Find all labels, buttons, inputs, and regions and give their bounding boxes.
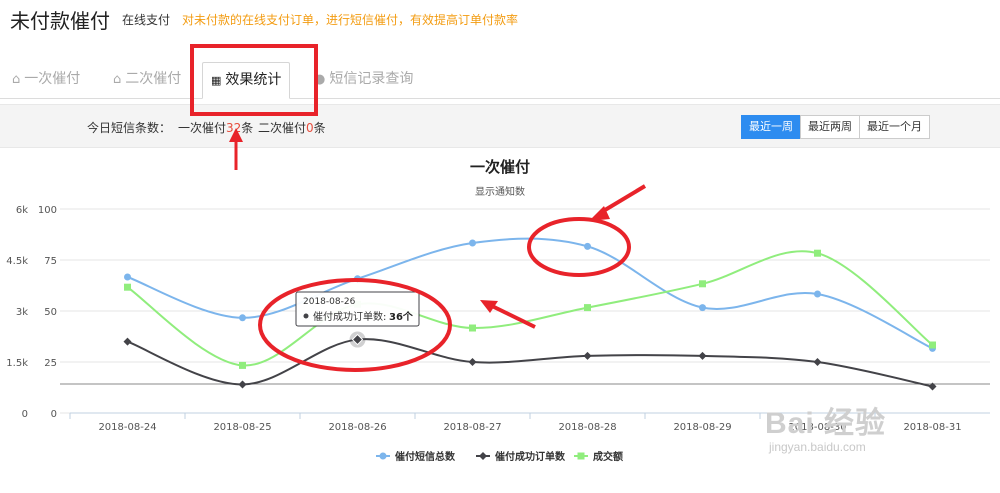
table-icon: ▦	[211, 74, 222, 87]
left-axis-tick: 6k	[16, 205, 28, 216]
x-axis-label: 2018-08-24	[98, 422, 156, 433]
data-point	[584, 304, 591, 312]
chart-title: 一次催付	[470, 158, 530, 176]
series-line	[127, 237, 933, 350]
range-last-month-button[interactable]: 最近一个月	[859, 115, 930, 139]
right-axis-tick: 50	[44, 307, 57, 318]
data-point	[584, 242, 591, 250]
data-point	[469, 239, 476, 247]
x-axis-label: 2018-08-26	[328, 422, 386, 433]
series-line	[127, 338, 933, 388]
tab-sms-records[interactable]: ● 短信记录查询	[306, 62, 421, 97]
first-count-value: 32	[226, 121, 242, 135]
data-point	[238, 380, 247, 389]
watermark-brand: Bai 经验	[765, 407, 887, 440]
data-point	[239, 361, 246, 369]
watermark-url: jingyan.baidu.com	[769, 440, 866, 454]
right-axis-tick: 100	[38, 205, 57, 216]
tab-label: 二次催付	[125, 71, 182, 87]
data-point	[814, 249, 821, 257]
left-axis-tick: 4.5k	[6, 256, 28, 267]
data-point	[239, 314, 246, 322]
tab-label: 效果统计	[225, 72, 282, 88]
circle-icon: ●	[314, 72, 326, 87]
tooltip-marker	[303, 313, 309, 319]
legend-label: 成交额	[593, 450, 623, 463]
date-range-group: 最近一周 最近两周 最近一个月	[741, 115, 930, 139]
data-point	[583, 351, 592, 360]
data-point	[698, 351, 707, 360]
range-last-week-button[interactable]: 最近一周	[741, 115, 801, 139]
page-description: 对未付款的在线支付订单，进行短信催付，有效提高订单付款率	[182, 13, 519, 27]
data-point	[123, 337, 132, 346]
data-point	[354, 275, 361, 283]
baidu-watermark: Bai 经验 jingyan.baidu.com	[765, 398, 887, 454]
tab-label: 一次催付	[24, 71, 81, 87]
today-sms-label: 今日短信条数：	[87, 121, 172, 135]
x-axis-label: 2018-08-27	[443, 422, 501, 433]
tab-effect-stats[interactable]: ▦ 效果统计	[202, 62, 291, 99]
legend-label: 催付成功订单数	[495, 450, 566, 463]
left-axis-tick: 0	[22, 409, 28, 420]
x-axis-label: 2018-08-28	[558, 422, 616, 433]
second-count-value: 0	[306, 121, 314, 135]
legend-label: 催付短信总数	[395, 450, 456, 463]
x-axis-label: 2018-08-25	[213, 422, 271, 433]
tab-second-reminder[interactable]: ⌂ 二次催付	[105, 62, 189, 97]
left-axis-tick: 3k	[16, 307, 28, 318]
x-axis-label: 2018-08-29	[673, 422, 731, 433]
legend-marker	[479, 452, 487, 460]
tooltip-label: 催付成功订单数:	[313, 310, 386, 323]
legend-marker	[379, 452, 387, 460]
home-icon: ⌂	[12, 72, 21, 87]
page-title: 未付款催付	[10, 9, 110, 33]
data-point	[813, 358, 822, 366]
x-axis-label: 2018-08-31	[903, 422, 961, 433]
legend-marker	[577, 452, 585, 460]
home-icon: ⌂	[113, 72, 122, 87]
data-point	[699, 280, 706, 288]
series-line	[126, 250, 934, 367]
tab-first-reminder[interactable]: ⌂ 一次催付	[4, 62, 88, 97]
right-axis-tick: 0	[51, 409, 57, 420]
tab-bar: ⌂ 一次催付 ⌂ 二次催付 ▦ 效果统计 ● 短信记录查询	[0, 58, 1000, 99]
data-point	[124, 273, 131, 281]
filter-bar: 今日短信条数： 一次催付32条 二次催付0条 最近一周 最近两周 最近一个月	[0, 104, 1000, 148]
data-point	[699, 304, 706, 312]
tooltip-value: 36个	[389, 310, 414, 323]
data-point	[814, 290, 821, 298]
left-axis-tick: 1.5k	[6, 358, 28, 369]
range-last-two-weeks-button[interactable]: 最近两周	[800, 115, 860, 139]
tooltip-date: 2018-08-26	[303, 297, 356, 307]
data-point	[469, 324, 476, 332]
second-reminder-count: 二次催付0条	[258, 121, 326, 135]
first-reminder-count: 一次催付32条	[178, 121, 254, 135]
data-point	[929, 341, 936, 349]
page-subtitle: 在线支付	[122, 13, 171, 27]
chart-subtitle: 显示通知数	[475, 185, 525, 198]
data-point	[124, 283, 131, 291]
data-point	[468, 358, 477, 366]
tab-label: 短信记录查询	[329, 71, 414, 87]
right-axis-tick: 75	[44, 256, 57, 267]
right-axis-tick: 25	[44, 358, 57, 369]
page-header: 未付款催付 在线支付 对未付款的在线支付订单，进行短信催付，有效提高订单付款率	[0, 0, 1000, 44]
